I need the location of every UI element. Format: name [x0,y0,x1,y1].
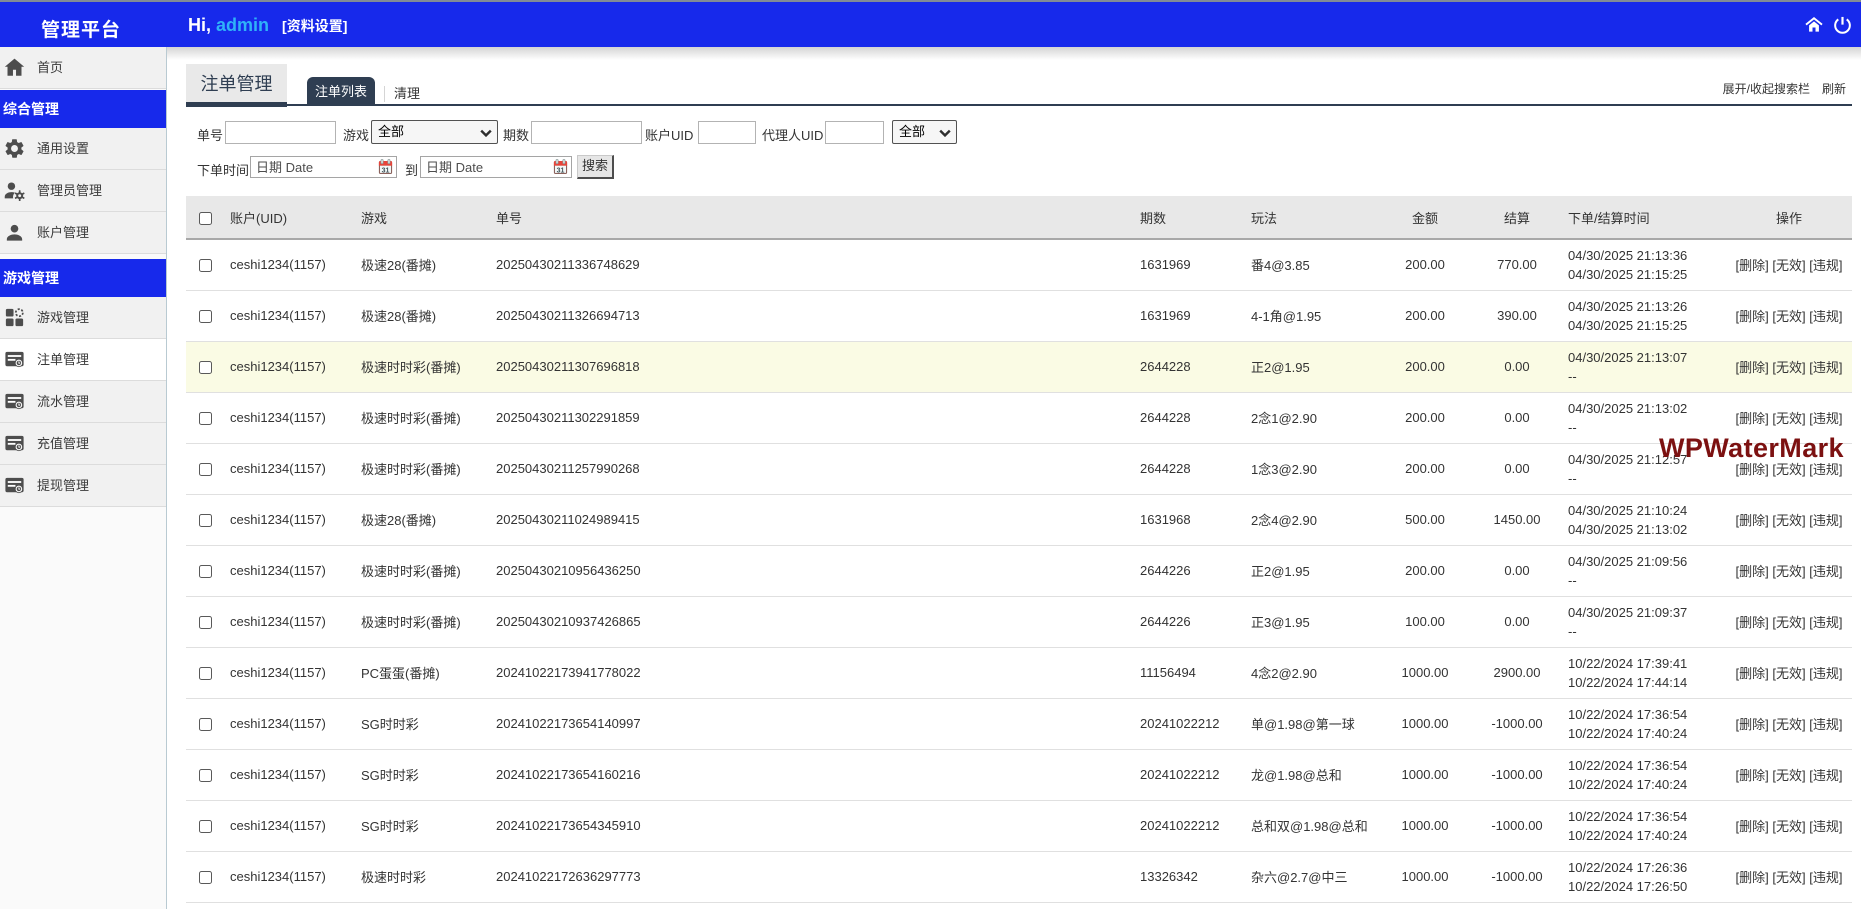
svg-text:31: 31 [557,167,565,174]
svg-text:31: 31 [382,167,390,174]
